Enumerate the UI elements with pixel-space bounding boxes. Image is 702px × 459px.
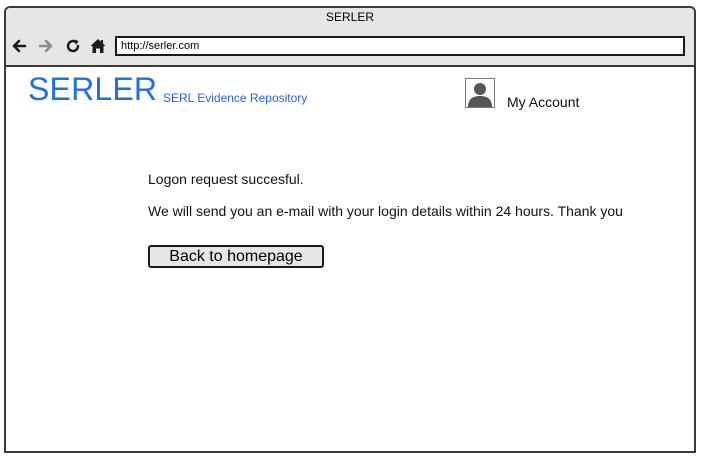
window-title: SERLER bbox=[325, 10, 375, 24]
user-avatar-icon[interactable] bbox=[465, 78, 495, 108]
back-arrow-icon[interactable] bbox=[10, 37, 28, 55]
reload-icon[interactable] bbox=[64, 37, 82, 55]
browser-chrome: SERLER bbox=[6, 8, 694, 67]
forward-arrow-icon[interactable] bbox=[37, 37, 55, 55]
home-icon[interactable] bbox=[89, 37, 107, 55]
site-subtitle: SERL Evidence Repository bbox=[163, 91, 308, 105]
site-logo[interactable]: SERLER bbox=[28, 71, 157, 107]
email-info-message: We will send you an e-mail with your log… bbox=[148, 203, 623, 219]
address-bar-input[interactable] bbox=[115, 36, 685, 56]
my-account-link[interactable]: My Account bbox=[507, 94, 579, 110]
logon-success-message: Logon request succesful. bbox=[148, 171, 304, 187]
back-to-homepage-button[interactable]: Back to homepage bbox=[148, 245, 324, 268]
